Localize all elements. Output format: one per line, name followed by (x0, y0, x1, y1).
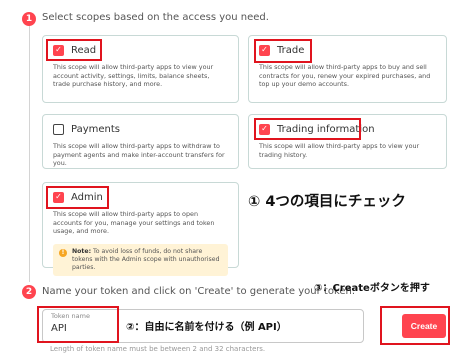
annotation-step-3: ③：Createボタンを押す (314, 283, 430, 294)
step-2-title: Name your token and click on 'Create' to… (42, 286, 356, 297)
scope-description-trade: This scope will allow third-party apps t… (259, 63, 431, 89)
admin-warning-note: ! Note: To avoid loss of funds, do not s… (53, 243, 228, 277)
step-connector-line (29, 24, 30, 282)
highlight-box-token-name (37, 306, 119, 343)
info-icon: ! (59, 248, 67, 257)
highlight-box-admin (46, 186, 109, 209)
note-body: To avoid loss of funds, do not share tok… (72, 247, 220, 272)
token-name-hint: Length of token name must be between 2 a… (50, 345, 266, 353)
step-1-title: Select scopes based on the access you ne… (42, 12, 269, 23)
scope-description-trading-information: This scope will allow third-party apps t… (259, 142, 420, 159)
payments-checkbox[interactable] (53, 123, 64, 135)
step-1-badge: 1 (22, 12, 36, 26)
highlight-box-trade (254, 39, 312, 63)
scope-label-payments: Payments (71, 123, 120, 135)
annotation-step-1: ① 4つの項目にチェック (248, 194, 406, 210)
scope-description-admin: This scope will allow third-party apps t… (53, 210, 215, 236)
note-bold: Note: (72, 247, 92, 255)
note-text: Note: To avoid loss of funds, do not sha… (72, 248, 222, 273)
highlight-box-create (380, 306, 450, 345)
highlight-box-read (46, 39, 102, 61)
scope-description-payments: This scope will allow third-party apps t… (53, 142, 225, 168)
scope-description-read: This scope will allow third-party apps t… (53, 63, 214, 89)
annotation-step-2: ②：自由に名前を付ける（例 API） (126, 322, 287, 333)
step-2-badge: 2 (22, 285, 36, 299)
highlight-box-trading-information (254, 118, 361, 140)
scope-card-payments[interactable]: Payments This scope will allow third-par… (42, 114, 239, 169)
